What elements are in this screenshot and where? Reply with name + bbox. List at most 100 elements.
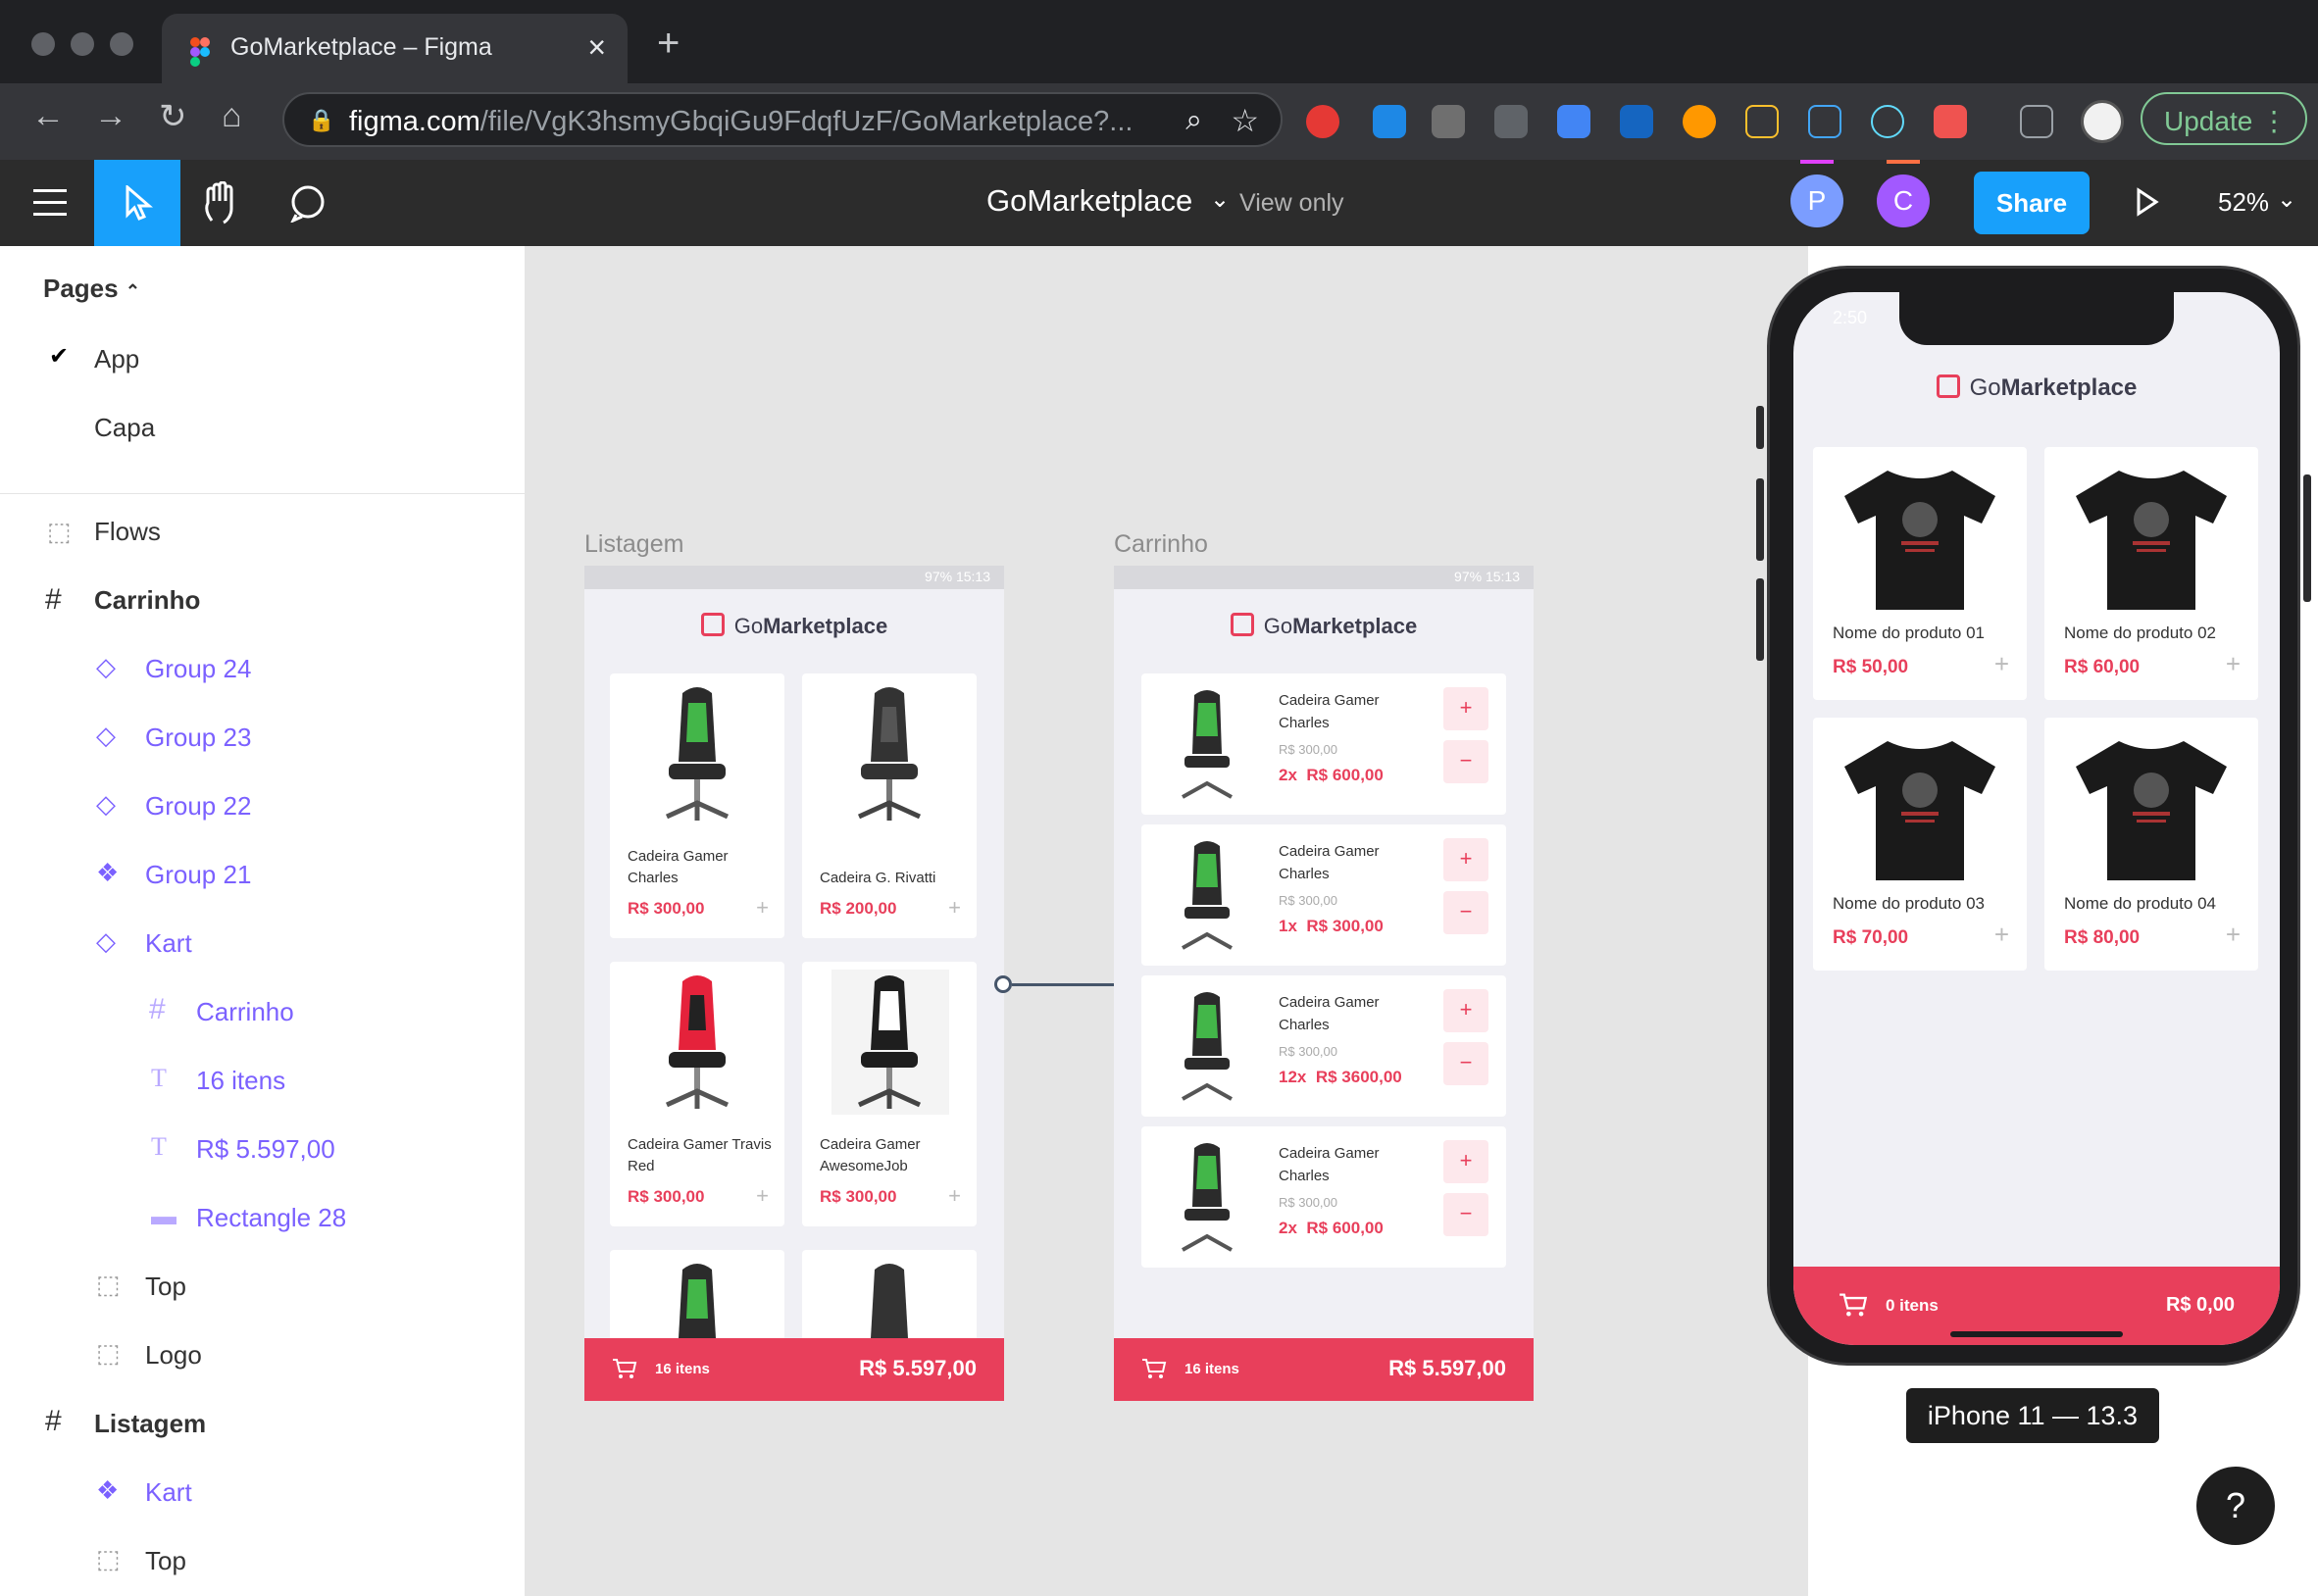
layer-total-text[interactable]: R$ 5.597,00 — [196, 1134, 335, 1165]
frame-label-listagem[interactable]: Listagem — [584, 530, 683, 559]
collaborator-avatar-p[interactable]: P — [1790, 175, 1843, 227]
collaborator-avatar-c[interactable]: C — [1877, 175, 1930, 227]
move-tool-button[interactable] — [94, 160, 180, 246]
url-text[interactable]: figma.com/file/VgK3hsmyGbqiGu9FdqfUzF/Go… — [349, 106, 1133, 138]
zoom-lens-icon[interactable]: ⌕ — [1185, 104, 1202, 137]
layer-kart[interactable]: Kart — [145, 928, 192, 959]
increment-button[interactable]: + — [1443, 989, 1488, 1032]
home-icon[interactable]: ⌂ — [222, 97, 242, 135]
add-to-cart-icon[interactable]: + — [2226, 920, 2241, 950]
product-card[interactable]: Nome do produto 01 R$ 50,00 + — [1813, 447, 2027, 700]
decrement-button[interactable]: − — [1443, 891, 1488, 934]
chevron-down-icon[interactable]: ⌄ — [1210, 185, 1230, 214]
product-card[interactable]: Cadeira G. Rivatti R$ 200,00 + — [802, 673, 977, 938]
cart-item[interactable]: Cadeira Gamer Charles R$ 300,00 1x R$ 30… — [1141, 824, 1506, 966]
layer-rectangle-28[interactable]: Rectangle 28 — [196, 1203, 346, 1233]
hand-tool-icon[interactable] — [202, 181, 241, 224]
share-button[interactable]: Share — [1974, 172, 2090, 234]
product-card[interactable]: Cadeira Gamer AwesomeJob R$ 300,00 + — [802, 962, 977, 1226]
layer-16-itens[interactable]: 16 itens — [196, 1066, 285, 1096]
update-button[interactable]: Update ⋮ — [2141, 92, 2307, 145]
frame-label-carrinho[interactable]: Carrinho — [1114, 530, 1208, 559]
layer-group-23[interactable]: Group 23 — [145, 723, 251, 753]
extension-bulb-icon[interactable] — [1432, 105, 1465, 138]
layer-kart-listagem[interactable]: Kart — [145, 1477, 192, 1508]
extension-stop-icon[interactable] — [1306, 105, 1339, 138]
layer-group-24[interactable]: Group 24 — [145, 654, 251, 684]
zoom-level[interactable]: 52% — [2218, 187, 2269, 218]
product-card[interactable]: Cadeira Gamer Travis Red R$ 300,00 + — [610, 962, 784, 1226]
pages-heading[interactable]: Pages ⌃ — [43, 274, 140, 304]
react-devtools-icon[interactable] — [1871, 105, 1904, 138]
layer-listagem[interactable]: Listagem — [94, 1409, 206, 1439]
present-play-icon[interactable] — [2136, 187, 2159, 217]
comment-tool-icon[interactable] — [288, 183, 328, 223]
product-card[interactable]: Cadeira Gamer Charles R$ 300,00 + — [610, 673, 784, 938]
layer-group-21[interactable]: Group 21 — [145, 860, 251, 890]
add-to-cart-icon[interactable]: + — [2226, 649, 2241, 679]
cart-item[interactable]: Cadeira Gamer Charles R$ 300,00 2x R$ 60… — [1141, 673, 1506, 815]
decrement-button[interactable]: − — [1443, 740, 1488, 783]
add-to-cart-icon[interactable]: + — [756, 1183, 769, 1209]
prototype-connector-line[interactable] — [1012, 983, 1120, 986]
decrement-button[interactable]: − — [1443, 1193, 1488, 1236]
browser-tab[interactable]: GoMarketplace – Figma × — [162, 14, 628, 83]
design-canvas[interactable]: Listagem 97% 15:13 GoMarketplace Cadeira… — [526, 246, 1808, 1596]
zoom-chevron-icon[interactable]: ⌄ — [2277, 185, 2296, 214]
cart-footer[interactable]: 16 itens R$ 5.597,00 — [1114, 1338, 1534, 1401]
layer-logo[interactable]: Logo — [145, 1340, 202, 1371]
window-minimize-dot[interactable] — [71, 32, 94, 56]
product-price: R$ 300,00 — [628, 899, 705, 918]
extension-translate-icon[interactable] — [1557, 105, 1590, 138]
prototype-screen[interactable]: 2:50 GoMarketplace Nome do produto 01 R$… — [1793, 292, 2280, 1345]
address-bar[interactable]: 🔒 figma.com/file/VgK3hsmyGbqiGu9FdqfUzF/… — [282, 92, 1283, 147]
layer-group-22[interactable]: Group 22 — [145, 791, 251, 822]
extension-grid-icon[interactable] — [1620, 105, 1653, 138]
extension-ghost-icon[interactable] — [1373, 105, 1406, 138]
layer-flows[interactable]: Flows — [94, 517, 161, 547]
add-to-cart-icon[interactable]: + — [1994, 649, 2009, 679]
layer-carrinho-nested[interactable]: Carrinho — [196, 997, 294, 1027]
help-button[interactable]: ? — [2196, 1467, 2275, 1545]
cart-item[interactable]: Cadeira Gamer Charles R$ 300,00 12x R$ 3… — [1141, 975, 1506, 1117]
layer-top-listagem[interactable]: Top — [145, 1546, 186, 1576]
decrement-button[interactable]: − — [1443, 1042, 1488, 1085]
add-to-cart-icon[interactable]: + — [756, 895, 769, 921]
layer-carrinho[interactable]: Carrinho — [94, 585, 200, 616]
back-icon[interactable]: ← — [31, 97, 65, 135]
forward-icon[interactable]: → — [94, 97, 127, 135]
extension-mail-icon[interactable] — [1494, 105, 1528, 138]
carrinho-frame[interactable]: 97% 15:13 GoMarketplace Cadeira Gamer Ch… — [1114, 566, 1534, 1401]
product-card[interactable]: Nome do produto 03 R$ 70,00 + — [1813, 718, 2027, 971]
connector-start-node[interactable] — [994, 975, 1012, 993]
add-to-cart-icon[interactable]: + — [1994, 920, 2009, 950]
bookmark-star-icon[interactable]: ☆ — [1231, 102, 1259, 139]
layer-top[interactable]: Top — [145, 1272, 186, 1302]
add-to-cart-icon[interactable]: + — [948, 1183, 961, 1209]
extension-mascot-icon[interactable] — [1683, 105, 1716, 138]
cart-item[interactable]: Cadeira Gamer Charles R$ 300,00 2x R$ 60… — [1141, 1126, 1506, 1268]
add-to-cart-icon[interactable]: + — [948, 895, 961, 921]
increment-button[interactable]: + — [1443, 838, 1488, 881]
tab-close-icon[interactable]: × — [587, 29, 606, 66]
page-item-app[interactable]: App — [94, 344, 139, 374]
increment-button[interactable]: + — [1443, 1140, 1488, 1183]
extension-robot-icon[interactable] — [1934, 105, 1967, 138]
cart-footer[interactable]: 16 itens R$ 5.597,00 — [584, 1338, 1004, 1401]
reading-list-icon[interactable] — [2020, 105, 2053, 138]
extension-triangle-icon[interactable] — [1808, 105, 1841, 138]
increment-button[interactable]: + — [1443, 687, 1488, 730]
chrome-profile-avatar[interactable] — [2081, 100, 2124, 143]
cart-footer[interactable]: 0 itens R$ 0,00 — [1793, 1267, 2280, 1345]
new-tab-button[interactable]: + — [657, 22, 680, 66]
product-card[interactable]: Nome do produto 02 R$ 60,00 + — [2044, 447, 2258, 700]
extension-braces-icon[interactable] — [1745, 105, 1779, 138]
product-card[interactable]: Nome do produto 04 R$ 80,00 + — [2044, 718, 2258, 971]
listagem-frame[interactable]: 97% 15:13 GoMarketplace Cadeira Gamer Ch… — [584, 566, 1004, 1401]
page-item-capa[interactable]: Capa — [94, 413, 155, 443]
window-maximize-dot[interactable] — [110, 32, 133, 56]
main-menu-icon[interactable] — [33, 189, 67, 217]
reload-icon[interactable]: ↻ — [159, 97, 187, 136]
window-close-dot[interactable] — [31, 32, 55, 56]
file-title[interactable]: GoMarketplace — [986, 183, 1192, 219]
